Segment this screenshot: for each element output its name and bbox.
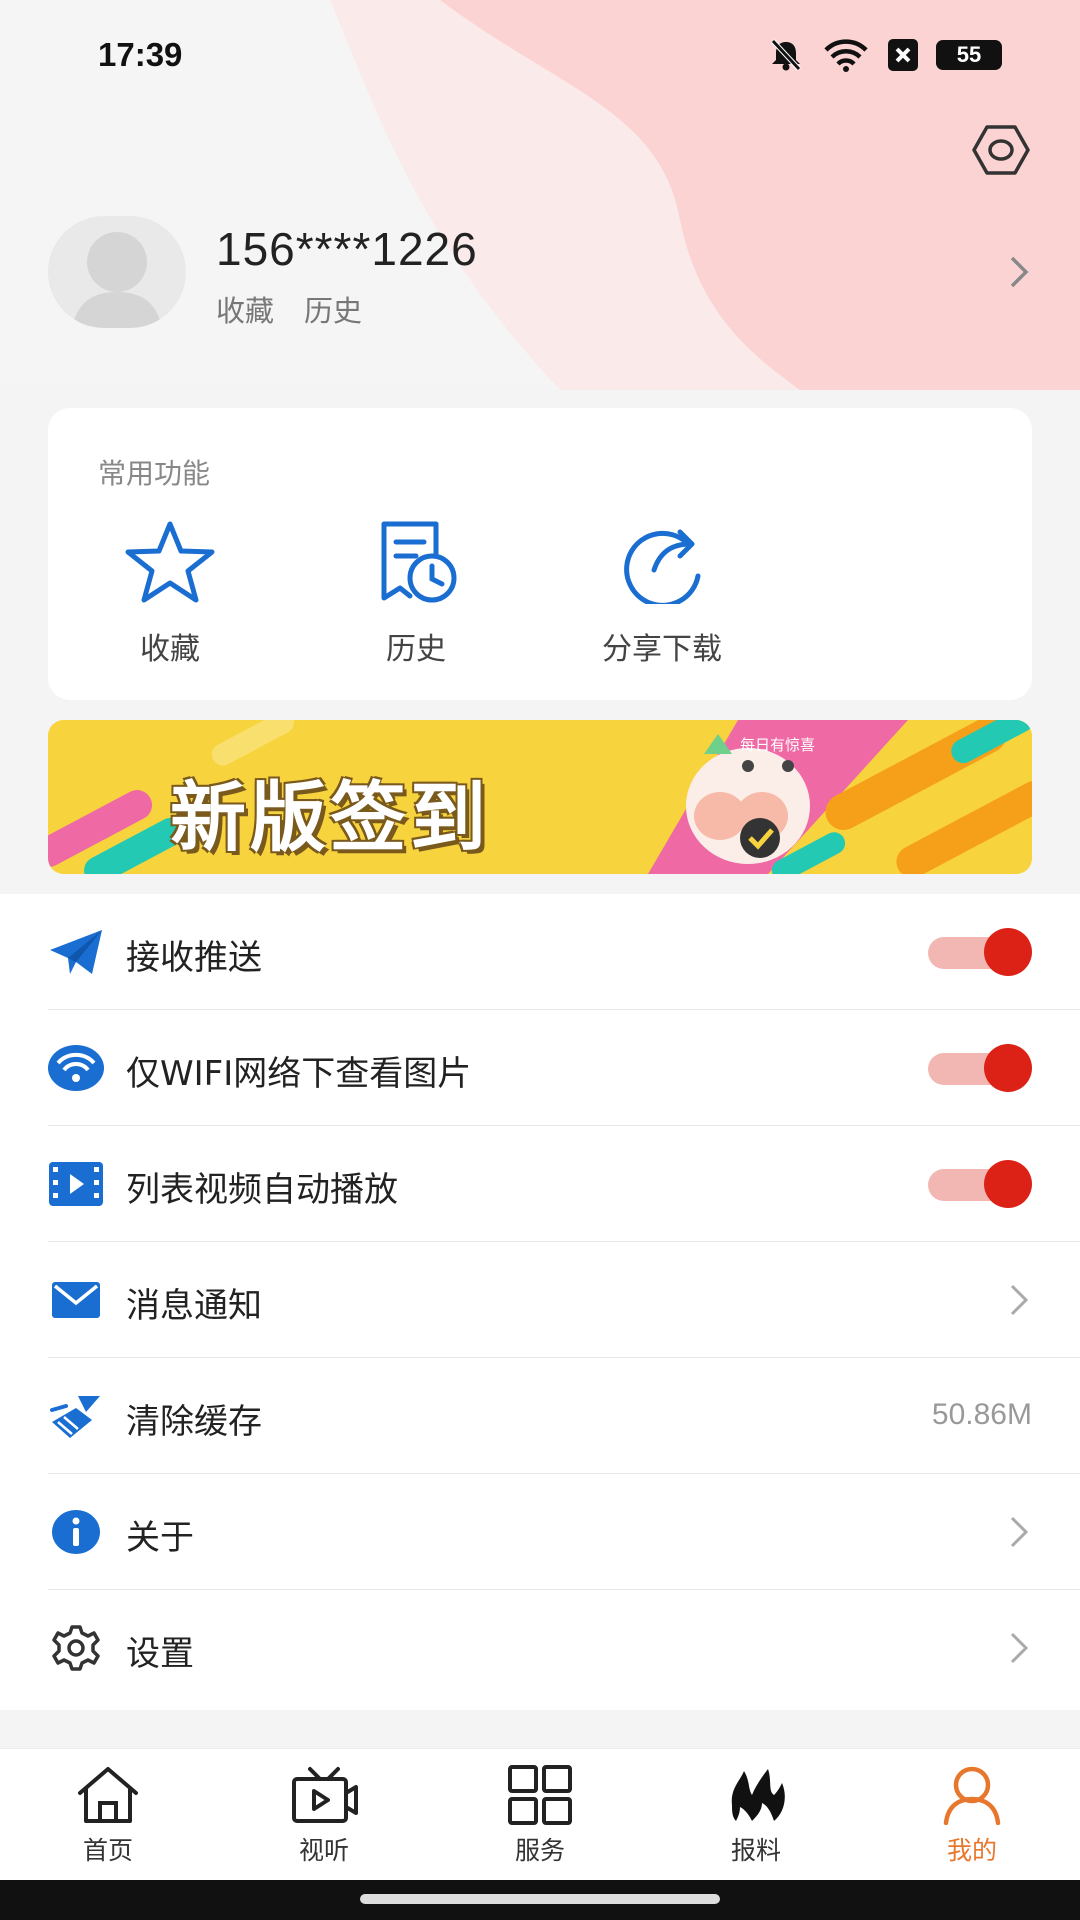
row-label: 列表视频自动播放 [126, 1170, 398, 1210]
history-doc-icon [381, 521, 457, 603]
status-bar: 17:39 55 [0, 0, 1080, 110]
cache-size-value: 50.86M [931, 1398, 1032, 1431]
row-label: 消息通知 [126, 1286, 262, 1326]
row-label: 设置 [126, 1634, 194, 1674]
wifi-icon [822, 38, 870, 72]
row-label: 关于 [126, 1518, 194, 1558]
function-label: 收藏 [140, 632, 200, 667]
banner-title: 新版签到 [170, 773, 490, 862]
chevron-right-icon [1010, 1284, 1029, 1316]
username[interactable]: 156****1226 [216, 222, 478, 276]
tv-play-icon [292, 1767, 358, 1823]
flame-icon [731, 1769, 785, 1821]
nav-mine[interactable]: 我的 [892, 1765, 1052, 1875]
home-indicator[interactable] [360, 1894, 720, 1904]
row-label: 仅WIFI网络下查看图片 [126, 1054, 472, 1094]
info-icon [48, 1504, 104, 1560]
nav-label: 视听 [298, 1836, 349, 1865]
nav-services[interactable]: 服务 [460, 1765, 620, 1875]
chevron-right-icon[interactable] [1008, 254, 1032, 290]
checkin-banner[interactable]: 新版签到 每日有惊喜 [48, 720, 1032, 874]
video-play-icon [48, 1156, 104, 1212]
nav-report[interactable]: 报料 [676, 1765, 836, 1875]
row-notifications[interactable]: 消息通知 [48, 1242, 1080, 1358]
common-functions-card: 常用功能 收藏 历史 分享下载 [48, 408, 1032, 700]
wifi-circle-icon [48, 1040, 104, 1096]
gesture-bar [0, 1880, 1080, 1920]
sim-x-icon [888, 39, 918, 71]
card-title: 常用功能 [98, 457, 211, 490]
row-wifi-images[interactable]: 仅WIFI网络下查看图片 [48, 1010, 1080, 1126]
nav-label: 服务 [514, 1836, 565, 1865]
row-settings[interactable]: 设置 [48, 1590, 1080, 1706]
nav-label: 我的 [946, 1836, 997, 1865]
row-receive-push[interactable]: 接收推送 [48, 894, 1080, 1010]
row-autoplay-video[interactable]: 列表视频自动播放 [48, 1126, 1080, 1242]
nav-label: 首页 [82, 1836, 133, 1865]
bell-off-icon [768, 38, 804, 72]
share-arrow-icon [624, 529, 701, 604]
home-icon [78, 1767, 138, 1823]
autoplay-toggle[interactable] [928, 1160, 1032, 1208]
banner-subtitle: 每日有惊喜 [740, 736, 816, 754]
function-label: 历史 [386, 632, 446, 667]
settings-list: 接收推送 仅WIFI网络下查看图片 列表视频自动播放 消息通知 清除缓存 50.… [0, 894, 1080, 1710]
row-label: 清除缓存 [126, 1402, 262, 1442]
function-favorites[interactable]: 收藏 [70, 520, 270, 680]
row-about[interactable]: 关于 [48, 1474, 1080, 1590]
hexagon-settings-icon[interactable] [972, 124, 1030, 176]
row-clear-cache[interactable]: 清除缓存 50.86M [48, 1358, 1080, 1474]
chevron-right-icon [1010, 1516, 1029, 1548]
avatar[interactable] [48, 216, 186, 328]
mail-icon [48, 1272, 104, 1328]
nav-media[interactable]: 视听 [244, 1765, 404, 1875]
wifi-images-toggle[interactable] [928, 1044, 1032, 1092]
grid-icon [508, 1765, 572, 1825]
nav-home[interactable]: 首页 [28, 1765, 188, 1875]
gear-icon [48, 1620, 104, 1676]
battery-icon: 55 [936, 40, 1002, 70]
bottom-nav: 首页 视听 服务 报料 我的 [0, 1748, 1080, 1880]
status-time: 17:39 [98, 36, 183, 73]
push-toggle[interactable] [928, 928, 1032, 976]
person-icon [943, 1766, 1001, 1825]
function-label: 分享下载 [602, 632, 722, 667]
profile-link-history[interactable]: 历史 [304, 288, 362, 330]
broom-icon [48, 1388, 104, 1444]
profile-link-favorites[interactable]: 收藏 [216, 288, 274, 330]
chevron-right-icon [1010, 1632, 1029, 1664]
paper-plane-icon [48, 924, 104, 980]
row-label: 接收推送 [126, 938, 262, 978]
profile-header: 17:39 55 156****1226 收藏 历史 [0, 0, 1080, 390]
nav-label: 报料 [730, 1836, 781, 1865]
function-share-download[interactable]: 分享下载 [562, 520, 762, 680]
function-history[interactable]: 历史 [316, 520, 516, 680]
star-icon [125, 521, 215, 603]
